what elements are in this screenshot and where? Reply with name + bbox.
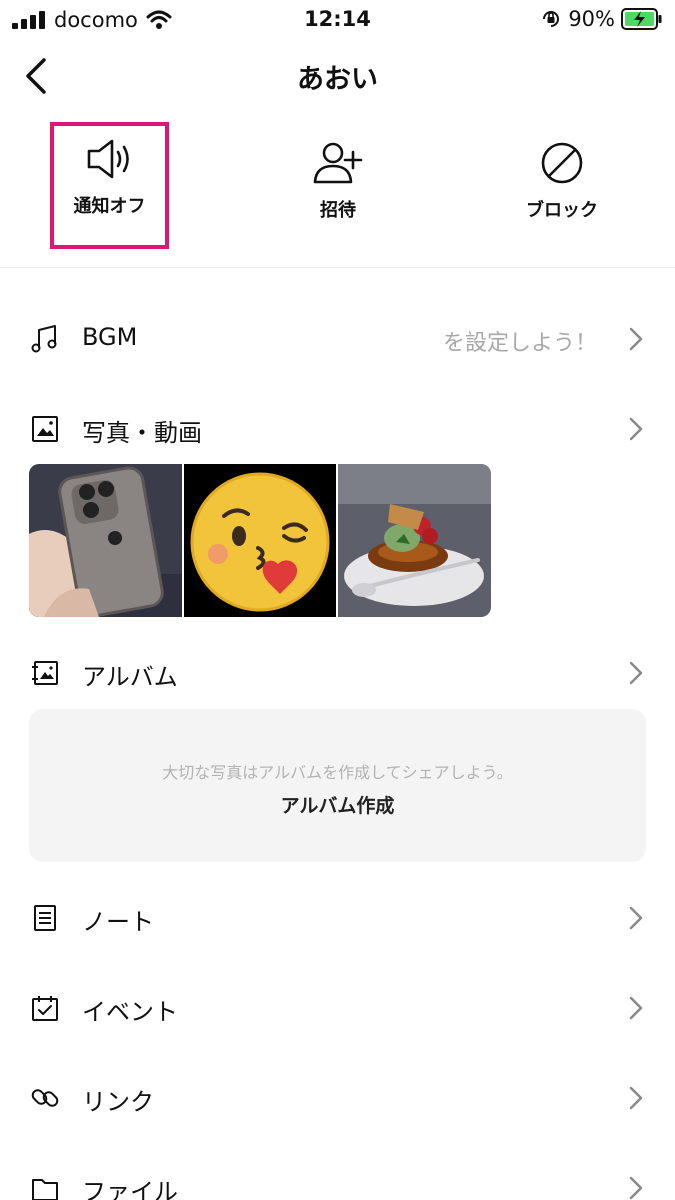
note-label: ノート (82, 908, 154, 936)
battery-charging-icon (621, 8, 662, 30)
folder-icon (32, 1179, 58, 1200)
file-row[interactable]: ファイル (0, 1153, 675, 1200)
mute-notifications-label: 通知オフ (73, 196, 146, 217)
file-label: ファイル (82, 1178, 178, 1200)
chevron-right-icon (629, 1086, 643, 1110)
speaker-icon (87, 139, 129, 179)
image-icon (32, 416, 58, 442)
bgm-value: を設定しよう！ (442, 331, 597, 356)
note-icon (34, 905, 56, 931)
orientation-lock-icon (543, 11, 560, 27)
event-row[interactable]: イベント (0, 973, 675, 1043)
album-hint: 大切な写真はアルバムを作成してシェアしよう。 (162, 763, 513, 782)
block-icon (541, 142, 583, 184)
status-bar: docomo 12:14 90% (0, 0, 675, 40)
link-row[interactable]: リンク (0, 1063, 675, 1133)
battery-percent: 90% (568, 7, 615, 31)
chevron-right-icon (629, 996, 643, 1020)
chevron-right-icon (629, 327, 643, 351)
note-row[interactable]: ノート (0, 883, 675, 953)
chevron-right-icon (629, 1176, 643, 1200)
bgm-label: BGM (82, 323, 138, 351)
calendar-check-icon (32, 996, 58, 1021)
photo-thumbnail-phone[interactable] (29, 464, 182, 617)
music-note-icon (31, 325, 57, 353)
photo-thumbnail-dessert[interactable] (338, 464, 491, 617)
chevron-right-icon (629, 661, 643, 685)
mute-notifications-button[interactable]: 通知オフ (50, 122, 169, 249)
chevron-right-icon (629, 906, 643, 930)
album-empty-card: 大切な写真はアルバムを作成してシェアしよう。 アルバム作成 (29, 709, 646, 862)
link-icon (31, 1089, 59, 1107)
add-user-icon (313, 142, 363, 184)
photos-videos-label: 写真・動画 (82, 419, 202, 447)
photos-videos-row[interactable]: 写真・動画 (0, 394, 675, 464)
photo-thumbnails (29, 464, 491, 617)
photo-thumbnail-kiss-emoji[interactable] (183, 464, 337, 617)
block-button[interactable]: ブロック (487, 132, 637, 242)
invite-button[interactable]: 招待 (263, 132, 413, 242)
action-row: 通知オフ 招待 ブロック (0, 112, 675, 268)
create-album-button[interactable]: アルバム作成 (29, 791, 646, 818)
invite-label: 招待 (320, 200, 356, 221)
album-label: アルバム (82, 663, 178, 691)
album-row[interactable]: アルバム (0, 638, 675, 708)
event-label: イベント (82, 998, 178, 1026)
link-label: リンク (82, 1088, 154, 1116)
album-icon (32, 661, 58, 685)
status-right: 90% (540, 7, 663, 31)
bgm-row[interactable]: BGM を設定しよう！ (0, 304, 675, 374)
header: あおい (0, 40, 675, 112)
page-title: あおい (297, 64, 378, 95)
chevron-right-icon (629, 417, 643, 441)
block-label: ブロック (526, 200, 598, 221)
